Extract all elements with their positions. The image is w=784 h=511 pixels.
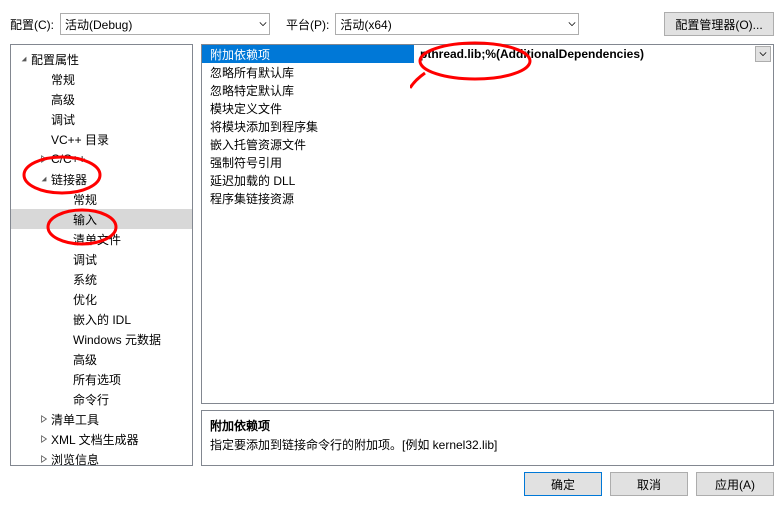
tree-item-label: 系统 <box>73 271 97 288</box>
tree-item-label: Windows 元数据 <box>73 331 161 348</box>
config-manager-button-label: 配置管理器(O)... <box>675 16 762 33</box>
property-value-text: pthread.lib;%(AdditionalDependencies) <box>420 47 644 61</box>
tree-item[interactable]: 常规 <box>11 189 192 209</box>
property-row[interactable]: 忽略特定默认库 <box>202 81 773 99</box>
property-value[interactable] <box>414 63 773 81</box>
property-value[interactable] <box>414 99 773 117</box>
tree-item[interactable]: Windows 元数据 <box>11 329 192 349</box>
description-panel: 附加依赖项 指定要添加到链接命令行的附加项。[例如 kernel32.lib] <box>201 410 774 466</box>
tree-item-label: 链接器 <box>51 171 87 188</box>
property-row[interactable]: 忽略所有默认库 <box>202 63 773 81</box>
tree-item[interactable]: XML 文档生成器 <box>11 429 192 449</box>
property-label: 忽略所有默认库 <box>202 63 414 81</box>
tree-item[interactable]: 常规 <box>11 69 192 89</box>
tree-panel: 配置属性常规高级调试VC++ 目录C/C++链接器常规输入清单文件调试系统优化嵌… <box>10 44 193 466</box>
property-label: 附加依赖项 <box>202 45 414 63</box>
tree-item-label: 所有选项 <box>73 371 121 388</box>
property-label: 忽略特定默认库 <box>202 81 414 99</box>
tree-item[interactable]: 调试 <box>11 109 192 129</box>
property-row[interactable]: 延迟加载的 DLL <box>202 171 773 189</box>
tree-item[interactable]: 嵌入的 IDL <box>11 309 192 329</box>
tree-item-label: 嵌入的 IDL <box>73 311 131 328</box>
property-grid: 附加依赖项 pthread.lib;%(AdditionalDependencie… <box>201 44 774 404</box>
property-value[interactable] <box>414 171 773 189</box>
apply-button-label: 应用(A) <box>715 476 755 493</box>
tree-item[interactable]: 高级 <box>11 349 192 369</box>
tree-item-label: 常规 <box>51 71 75 88</box>
ok-button-label: 确定 <box>551 476 575 493</box>
tree-item-label: 调试 <box>51 111 75 128</box>
property-value[interactable]: pthread.lib;%(AdditionalDependencies) <box>414 45 773 63</box>
property-row[interactable]: 嵌入托管资源文件 <box>202 135 773 153</box>
tree-item-label: 配置属性 <box>31 51 79 68</box>
tree-item-label: 高级 <box>73 351 97 368</box>
tree-item[interactable]: 配置属性 <box>11 49 192 69</box>
platform-label: 平台(P): <box>286 16 329 33</box>
tree-item-label: XML 文档生成器 <box>51 431 139 448</box>
property-row[interactable]: 程序集链接资源 <box>202 189 773 207</box>
tree-expand-icon[interactable] <box>39 412 49 426</box>
tree-item[interactable]: VC++ 目录 <box>11 129 192 149</box>
tree-item[interactable]: 清单工具 <box>11 409 192 429</box>
tree-item-label: 清单文件 <box>73 231 121 248</box>
config-label: 配置(C): <box>10 16 54 33</box>
tree-item-label: 常规 <box>73 191 97 208</box>
ok-button[interactable]: 确定 <box>524 472 602 496</box>
tree-item[interactable]: C/C++ <box>11 149 192 169</box>
property-row[interactable]: 强制符号引用 <box>202 153 773 171</box>
property-value-dropdown-button[interactable] <box>755 46 771 62</box>
tree-expand-icon[interactable] <box>39 152 49 166</box>
property-label: 程序集链接资源 <box>202 189 414 207</box>
property-label: 延迟加载的 DLL <box>202 171 414 189</box>
property-value[interactable] <box>414 153 773 171</box>
tree-item-label: C/C++ <box>51 152 86 166</box>
tree-item-label: 优化 <box>73 291 97 308</box>
tree-expand-icon[interactable] <box>39 452 49 466</box>
tree-item[interactable]: 系统 <box>11 269 192 289</box>
platform-dropdown-value: 活动(x64) <box>340 16 391 33</box>
property-row[interactable]: 附加依赖项 pthread.lib;%(AdditionalDependencie… <box>202 45 773 63</box>
property-label: 强制符号引用 <box>202 153 414 171</box>
property-value[interactable] <box>414 135 773 153</box>
property-label: 模块定义文件 <box>202 99 414 117</box>
tree-collapse-icon[interactable] <box>39 172 49 186</box>
config-dropdown-value: 活动(Debug) <box>65 16 132 33</box>
chevron-down-icon <box>259 17 267 31</box>
chevron-down-icon <box>759 50 767 58</box>
config-dropdown[interactable]: 活动(Debug) <box>60 13 270 35</box>
tree-item-label: 高级 <box>51 91 75 108</box>
tree-item-label: 调试 <box>73 251 97 268</box>
tree-item-label: VC++ 目录 <box>51 131 109 148</box>
property-label: 嵌入托管资源文件 <box>202 135 414 153</box>
tree-item[interactable]: 调试 <box>11 249 192 269</box>
config-manager-button[interactable]: 配置管理器(O)... <box>664 12 774 36</box>
tree-item-label: 输入 <box>73 211 97 228</box>
description-title: 附加依赖项 <box>210 417 765 434</box>
property-value[interactable] <box>414 189 773 207</box>
property-row[interactable]: 模块定义文件 <box>202 99 773 117</box>
chevron-down-icon <box>568 17 576 31</box>
property-value[interactable] <box>414 117 773 135</box>
tree-item-label: 清单工具 <box>51 411 99 428</box>
property-row[interactable]: 将模块添加到程序集 <box>202 117 773 135</box>
tree-item[interactable]: 所有选项 <box>11 369 192 389</box>
tree-item[interactable]: 清单文件 <box>11 229 192 249</box>
tree-item[interactable]: 命令行 <box>11 389 192 409</box>
cancel-button-label: 取消 <box>637 476 661 493</box>
tree-item[interactable]: 高级 <box>11 89 192 109</box>
tree-item[interactable]: 优化 <box>11 289 192 309</box>
cancel-button[interactable]: 取消 <box>610 472 688 496</box>
apply-button[interactable]: 应用(A) <box>696 472 774 496</box>
tree-item[interactable]: 浏览信息 <box>11 449 192 466</box>
tree-item-label: 浏览信息 <box>51 451 99 467</box>
property-label: 将模块添加到程序集 <box>202 117 414 135</box>
description-text: 指定要添加到链接命令行的附加项。[例如 kernel32.lib] <box>210 436 765 453</box>
platform-dropdown[interactable]: 活动(x64) <box>335 13 579 35</box>
property-value[interactable] <box>414 81 773 99</box>
tree-item[interactable]: 输入 <box>11 209 192 229</box>
tree-item-label: 命令行 <box>73 391 109 408</box>
tree-item[interactable]: 链接器 <box>11 169 192 189</box>
tree-expand-icon[interactable] <box>39 432 49 446</box>
tree-collapse-icon[interactable] <box>19 52 29 66</box>
